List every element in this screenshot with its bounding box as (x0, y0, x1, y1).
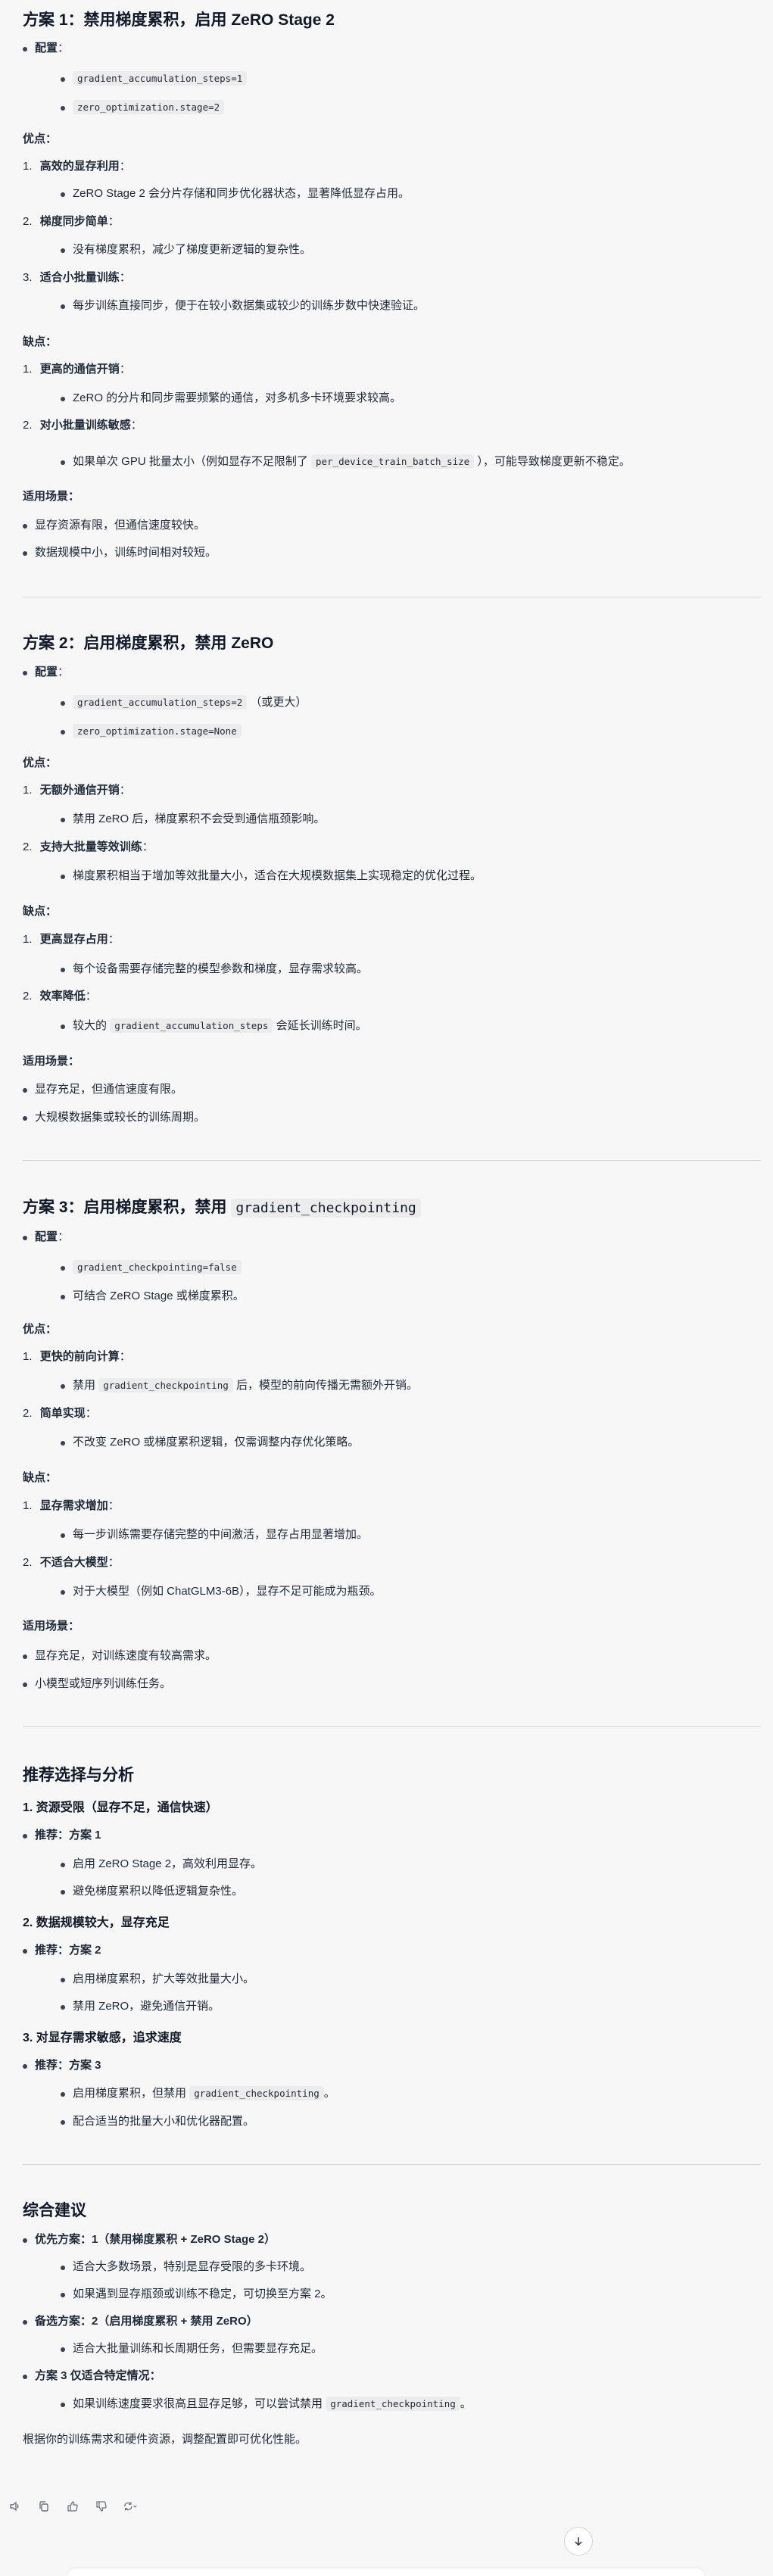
list-item: 如果单次 GPU 批量太小（例如显存不足限制了 per_device_train… (61, 453, 631, 471)
scene-label: 适用场景： (23, 1620, 80, 1633)
list-item: 2. 对小批量训练敏感： (23, 419, 142, 432)
list-item: 1. 无额外通信开销： (23, 784, 131, 797)
code-snippet: zero_optimization.stage=2 (73, 100, 225, 114)
copy-icon[interactable] (36, 2499, 51, 2514)
pros-label: 优点： (23, 133, 58, 145)
list-item: 方案 3 仅适合特定情况： (23, 2367, 161, 2385)
list-item: 适合大批量训练和长周期任务，但需要显存充足。 (60, 2340, 323, 2358)
divider (23, 1726, 761, 1727)
code-snippet: gradient_checkpointing (189, 2086, 324, 2100)
list-item: 没有梯度累积，减少了梯度更新逻辑的复杂性。 (60, 241, 311, 259)
list-item: 可结合 ZeRO Stage 或梯度累积。 (61, 1287, 245, 1305)
section-title: 方案 2：启用梯度累积，禁用 ZeRO (23, 635, 274, 652)
list-item: 每一步训练需要存储完整的中间激活，显存占用显著增加。 (60, 1526, 368, 1544)
code-snippet: gradient_checkpointing=false (73, 1260, 242, 1274)
list-item: 备选方案：2（启用梯度累积 + 禁用 ZeRO） (23, 2312, 258, 2331)
arrow-down-icon (575, 2537, 582, 2546)
composer-edge (68, 2568, 704, 2576)
list-item: zero_optimization.stage=None (61, 722, 242, 741)
case-title: 1. 资源受限（显存不足，通信快速） (23, 1801, 218, 1814)
list-item: gradient_checkpointing=false (61, 1258, 242, 1277)
list-item: 显存充足，对训练速度有较高需求。 (22, 1647, 217, 1665)
list-item: 对于大模型（例如 ChatGLM3-6B），显存不足可能成为瓶颈。 (61, 1583, 382, 1601)
list-item: 禁用 ZeRO，避免通信开销。 (60, 1997, 220, 2016)
list-item: 如果遇到显存瓶颈或训练不稳定，可切换至方案 2。 (61, 2285, 332, 2303)
list-item: 配置： (22, 39, 69, 58)
code-snippet: zero_optimization.stage=None (73, 724, 242, 738)
list-item: 启用梯度累积，扩大等效批量大小。 (60, 1970, 254, 1988)
list-item: 推荐：方案 3 (23, 2057, 101, 2075)
list-item: 显存充足，但通信速度有限。 (22, 1081, 182, 1099)
list-item: gradient_accumulation_steps=2 （或更大） (60, 694, 307, 712)
code-snippet: per_device_train_batch_size (311, 454, 475, 469)
list-item: 每步训练直接同步，便于在较小数据集或较少的训练步数中快速验证。 (60, 297, 425, 315)
list-item: 如果训练速度要求很高且显存足够，可以尝试禁用 gradient_checkpoi… (61, 2395, 472, 2413)
list-item: 推荐：方案 1 (23, 1826, 101, 1845)
list-item: 启用梯度累积，但禁用 gradient_checkpointing。 (61, 2085, 335, 2103)
list-item: 避免梯度累积以降低逻辑复杂性。 (60, 1882, 243, 1901)
list-item: 梯度累积相当于增加等效批量大小，适合在大规模数据集上实现稳定的优化过程。 (60, 867, 482, 885)
list-item: 禁用 ZeRO 后，梯度累积不会受到通信瓶颈影响。 (60, 810, 325, 828)
list-item: 显存资源有限，但通信速度较快。 (22, 516, 205, 535)
cons-label: 缺点： (23, 905, 58, 918)
code-snippet: gradient_accumulation_steps (110, 1018, 273, 1033)
closing-text: 根据你的训练需求和硬件资源，调整配置即可优化性能。 (23, 2433, 307, 2446)
list-item: 1. 显存需求增加： (23, 1499, 120, 1512)
list-item: 2. 梯度同步简单： (23, 215, 120, 228)
list-item: 适合大多数场景，特别是显存受限的多卡环境。 (60, 2258, 311, 2276)
cons-label: 缺点： (23, 1471, 58, 1484)
list-item: 禁用 gradient_checkpointing 后，模型的前向传播无需额外开… (61, 1377, 418, 1395)
list-item: ZeRO Stage 2 会分片存储和同步优化器状态，显著降低显存占用。 (60, 185, 410, 203)
pros-label: 优点： (23, 756, 58, 769)
divider (23, 2164, 761, 2165)
code-snippet: gradient_checkpointing (326, 2397, 460, 2411)
list-item: 1. 更快的前向计算： (23, 1350, 131, 1363)
thumbs-up-icon[interactable] (65, 2499, 80, 2514)
pros-label: 优点： (23, 1323, 58, 1336)
list-item: gradient_accumulation_steps=1 (60, 70, 248, 88)
scene-label: 适用场景： (23, 1055, 80, 1068)
speaker-icon[interactable] (8, 2499, 23, 2514)
list-item: 启用 ZeRO Stage 2，高效利用显存。 (60, 1855, 262, 1873)
list-item: 大规模数据集或较长的训练周期。 (22, 1109, 205, 1127)
list-item: 1. 更高显存占用： (23, 933, 120, 946)
list-item: 3. 适合小批量训练： (23, 271, 131, 284)
list-item: 2. 支持大批量等效训练： (23, 840, 154, 853)
scene-label: 适用场景： (23, 490, 80, 503)
section-title: 方案 1：禁用梯度累积，启用 ZeRO Stage 2 (23, 11, 335, 29)
thumbs-down-icon[interactable] (94, 2499, 109, 2514)
list-item: ZeRO 的分片和同步需要频繁的通信，对多机多卡环境要求较高。 (60, 389, 401, 407)
list-item: 不改变 ZeRO 或梯度累积逻辑，仅需调整内存优化策略。 (60, 1433, 359, 1452)
list-item: 2. 不适合大模型： (23, 1556, 120, 1569)
list-item: 配置： (22, 663, 69, 681)
code-snippet: gradient_checkpointing (98, 1378, 233, 1392)
list-item: 较大的 gradient_accumulation_steps 会延长训练时间。 (61, 1017, 367, 1035)
list-item: 推荐：方案 2 (23, 1941, 101, 1960)
section-title: 综合建议 (23, 2202, 86, 2219)
case-title: 3. 对显存需求敏感，追求速度 (23, 2032, 182, 2044)
divider (23, 1160, 761, 1161)
case-title: 2. 数据规模较大，显存充足 (23, 1916, 170, 1929)
config-label: 配置 (35, 42, 58, 55)
regenerate-icon[interactable] (123, 2499, 138, 2514)
list-item: 配合适当的批量大小和优化器配置。 (60, 2113, 254, 2131)
code-snippet: gradient_accumulation_steps=2 (73, 695, 248, 709)
list-item: 数据规模中小，训练时间相对较短。 (22, 544, 217, 562)
cons-label: 缺点： (23, 335, 58, 348)
section-title: 推荐选择与分析 (23, 1767, 134, 1784)
list-item: 1. 高效的显存利用： (23, 160, 131, 173)
list-item: 小模型或短序列训练任务。 (22, 1675, 171, 1693)
list-item: 1. 更高的通信开销： (23, 363, 131, 376)
message-actions (8, 2499, 138, 2514)
list-item: 每个设备需要存储完整的模型参数和梯度，显存需求较高。 (60, 960, 368, 978)
list-item: 优先方案：1（禁用梯度累积 + ZeRO Stage 2） (23, 2231, 276, 2249)
list-item: zero_optimization.stage=2 (60, 98, 225, 117)
section-title: 方案 3：启用梯度累积，禁用 gradient_checkpointing (23, 1196, 421, 1220)
list-item: 2. 简单实现： (23, 1407, 97, 1420)
scroll-down-button[interactable] (564, 2527, 593, 2556)
list-item: 配置： (22, 1228, 69, 1246)
list-item: 2. 效率降低： (23, 990, 97, 1003)
code-snippet: gradient_accumulation_steps=1 (73, 71, 248, 86)
